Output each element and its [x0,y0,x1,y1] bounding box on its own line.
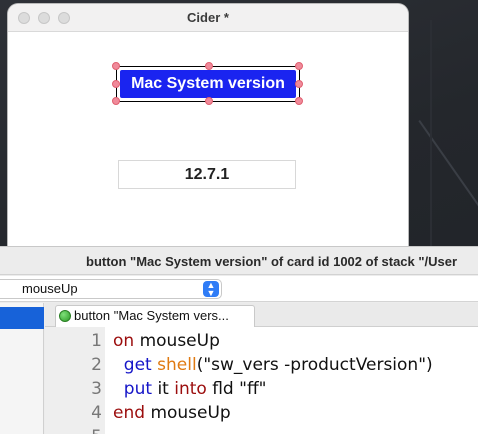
editor-window-title: button "Mac System version" of card id 1… [86,254,458,269]
chevron-up-down-icon[interactable]: ▲ ▼ [203,281,219,298]
line-number: 3 [91,379,102,399]
code-line[interactable]: on mouseUp [113,331,220,355]
resize-handle-icon[interactable] [295,62,303,70]
handler-select-value: mouseUp [22,281,78,296]
status-dot-icon [59,310,71,322]
stack-window: Cider * Mac System version 12.7.1 [8,4,408,254]
resize-handle-icon[interactable] [112,62,120,70]
resize-handle-icon[interactable] [205,62,213,70]
code-line[interactable]: get shell("sw_vers -productVersion") [113,355,433,379]
resize-handle-icon[interactable] [295,97,303,105]
code-token: put [113,379,158,399]
editor-titlebar[interactable]: button "Mac System version" of card id 1… [0,247,478,275]
code-token: it [157,379,175,399]
code-line[interactable]: end mouseUp [113,403,231,427]
script-tab-strip: button "Mac System vers... [45,303,478,327]
version-field[interactable]: 12.7.1 [118,160,296,189]
code-token: into [174,379,213,399]
script-tab[interactable]: button "Mac System vers... [55,305,255,327]
script-editor-window: button "Mac System version" of card id 1… [0,246,478,434]
handler-select[interactable]: mouseUp ▲ ▼ [0,279,222,299]
code-line[interactable]: put it into fld "ff" [113,379,267,403]
code-editor[interactable]: 1 on mouseUp 2 get shell("sw_vers -product… [45,327,478,434]
mac-system-version-button[interactable]: Mac System version [120,70,296,98]
resize-handle-icon[interactable] [205,97,213,105]
code-token: on [113,331,140,351]
resize-handle-icon[interactable] [112,97,120,105]
selected-button-frame[interactable]: Mac System version [112,62,303,105]
desktop-streak [418,120,478,220]
line-number: 2 [91,355,102,375]
resize-handle-icon[interactable] [295,80,303,88]
stack-titlebar[interactable]: Cider * [8,4,408,32]
code-token: mouseUp [150,403,231,423]
editor-sidebar [0,303,44,434]
stack-window-title: Cider * [187,10,229,25]
desktop-streak [430,20,432,250]
code-token: mouseUp [139,331,220,351]
code-token: shell [157,355,197,375]
line-number: 5 [45,427,102,434]
line-number: 4 [91,403,102,423]
code-token: ("sw_vers -productVersion") [196,355,433,375]
resize-handle-icon[interactable] [112,80,120,88]
handler-bar: mouseUp ▲ ▼ [0,276,478,302]
script-tab-label: button "Mac System vers... [74,308,229,323]
sidebar-selected-item[interactable] [0,307,44,329]
code-token: fld "ff" [212,379,267,399]
line-number: 1 [91,331,102,351]
code-token: end [113,403,151,423]
code-token: get [113,355,158,375]
